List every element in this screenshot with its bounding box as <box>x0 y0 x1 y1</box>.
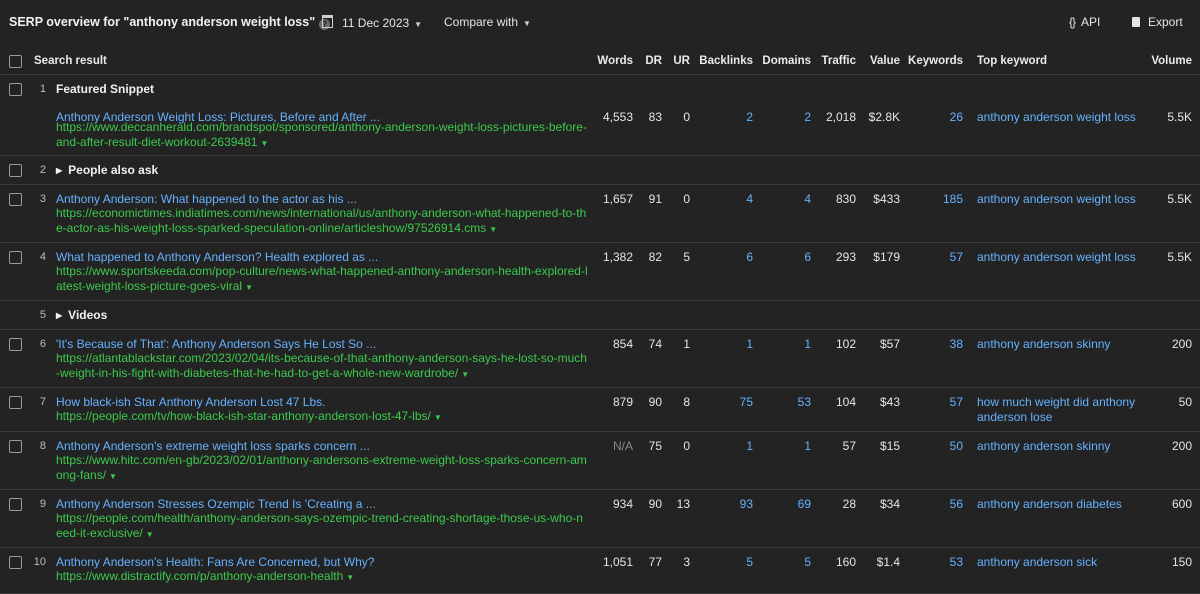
backlinks-link[interactable]: 6 <box>746 250 753 264</box>
result-url[interactable]: https://www.hitc.com/en-gb/2023/02/01/an… <box>56 453 588 484</box>
result-url[interactable]: https://www.deccanherald.com/brandspot/s… <box>56 120 588 151</box>
export-button[interactable]: Export <box>1132 15 1183 29</box>
chevron-down-icon: ▼ <box>523 19 531 28</box>
keywords-link[interactable]: 50 <box>950 439 963 453</box>
keywords-link[interactable]: 56 <box>950 497 963 511</box>
col-ur[interactable]: UR <box>673 55 690 67</box>
domains-link[interactable]: 6 <box>804 250 811 264</box>
braces-icon: {} <box>1069 15 1076 29</box>
col-search-result[interactable]: Search result <box>34 55 107 67</box>
section-row-featured-snippet: 1 Featured Snippet <box>0 75 1200 103</box>
result-url[interactable]: https://atlantablackstar.com/2023/02/04/… <box>56 351 588 382</box>
result-title-link[interactable]: 'It's Because of That': Anthony Anderson… <box>56 337 376 351</box>
table-row: 8 Anthony Anderson's extreme weight loss… <box>0 432 1200 490</box>
domains-link[interactable]: 1 <box>804 439 811 453</box>
top-keyword-link[interactable]: anthony anderson weight loss <box>977 110 1142 125</box>
col-words[interactable]: Words <box>597 55 633 67</box>
table-row: 7 How black-ish Star Anthony Anderson Lo… <box>0 388 1200 432</box>
chevron-down-icon[interactable]: ▼ <box>346 573 354 582</box>
domains-link[interactable]: 2 <box>804 110 811 124</box>
table-row: 4 What happened to Anthony Anderson? Hea… <box>0 243 1200 301</box>
table-row: 9 Anthony Anderson Stresses Ozempic Tren… <box>0 490 1200 548</box>
top-keyword-link[interactable]: anthony anderson diabetes <box>977 497 1142 512</box>
section-label: People also ask <box>68 163 159 177</box>
section-row-videos[interactable]: 5 ▶ Videos <box>0 301 1200 330</box>
backlinks-link[interactable]: 75 <box>740 395 753 409</box>
domains-link[interactable]: 69 <box>798 497 811 511</box>
result-url[interactable]: https://people.com/health/anthony-anders… <box>56 511 588 542</box>
col-domains[interactable]: Domains <box>762 55 811 67</box>
col-traffic[interactable]: Traffic <box>821 55 856 67</box>
backlinks-link[interactable]: 2 <box>746 110 753 124</box>
keywords-link[interactable]: 57 <box>950 395 963 409</box>
top-keyword-link[interactable]: anthony anderson sick <box>977 555 1142 570</box>
domains-link[interactable]: 4 <box>804 192 811 206</box>
result-url[interactable]: https://www.distractify.com/p/anthony-an… <box>56 569 588 585</box>
chevron-down-icon[interactable]: ▼ <box>260 139 268 148</box>
result-title-link[interactable]: Anthony Anderson: What happened to the a… <box>56 192 357 206</box>
keywords-link[interactable]: 185 <box>943 192 963 206</box>
date-selector[interactable]: 11 Dec 2023 ▼ <box>322 15 422 30</box>
select-all-checkbox[interactable] <box>9 55 22 68</box>
domains-link[interactable]: 1 <box>804 337 811 351</box>
backlinks-link[interactable]: 5 <box>746 555 753 569</box>
top-keyword-link[interactable]: anthony anderson skinny <box>977 439 1142 454</box>
compare-with-dropdown[interactable]: Compare with ▼ <box>444 15 531 29</box>
api-button[interactable]: {} API <box>1069 15 1100 29</box>
top-keyword-link[interactable]: anthony anderson weight loss <box>977 192 1142 207</box>
table-row: 10 Anthony Anderson's Health: Fans Are C… <box>0 548 1200 594</box>
export-icon <box>1132 17 1140 27</box>
result-url[interactable]: https://www.sportskeeda.com/pop-culture/… <box>56 264 588 295</box>
top-keyword-link[interactable]: anthony anderson weight loss <box>977 250 1142 265</box>
section-row-people-also-ask[interactable]: 2 ▶ People also ask <box>0 156 1200 185</box>
backlinks-link[interactable]: 1 <box>746 337 753 351</box>
expand-triangle-icon[interactable]: ▶ <box>56 166 62 175</box>
result-title-link[interactable]: How black-ish Star Anthony Anderson Lost… <box>56 395 326 409</box>
col-dr[interactable]: DR <box>645 55 662 67</box>
backlinks-link[interactable]: 4 <box>746 192 753 206</box>
result-title-link[interactable]: Anthony Anderson's Health: Fans Are Conc… <box>56 555 374 569</box>
domains-link[interactable]: 53 <box>798 395 811 409</box>
backlinks-link[interactable]: 1 <box>746 439 753 453</box>
top-bar: SERP overview for "anthony anderson weig… <box>0 0 1200 44</box>
section-label: Videos <box>68 308 108 322</box>
chevron-down-icon[interactable]: ▼ <box>461 370 469 379</box>
keywords-link[interactable]: 53 <box>950 555 963 569</box>
chevron-down-icon[interactable]: ▼ <box>434 413 442 422</box>
col-volume[interactable]: Volume <box>1151 55 1192 67</box>
chevron-down-icon[interactable]: ▼ <box>146 530 154 539</box>
col-value[interactable]: Value <box>870 55 900 67</box>
result-title-link[interactable]: What happened to Anthony Anderson? Healt… <box>56 250 378 264</box>
top-keyword-link[interactable]: anthony anderson skinny <box>977 337 1142 352</box>
result-title-link[interactable]: Anthony Anderson Stresses Ozempic Trend … <box>56 497 376 511</box>
table-row: Anthony Anderson Weight Loss: Pictures, … <box>0 103 1200 156</box>
keywords-link[interactable]: 57 <box>950 250 963 264</box>
backlinks-link[interactable]: 93 <box>740 497 753 511</box>
result-title-link[interactable]: Anthony Anderson's extreme weight loss s… <box>56 439 370 453</box>
result-url[interactable]: https://people.com/tv/how-black-ish-star… <box>56 409 588 425</box>
col-backlinks[interactable]: Backlinks <box>699 55 753 67</box>
top-keyword-link[interactable]: how much weight did anthony anderson los… <box>977 395 1137 425</box>
calendar-icon <box>322 15 333 28</box>
page-title: SERP overview for "anthony anderson weig… <box>9 15 331 30</box>
col-keywords[interactable]: Keywords <box>908 55 963 67</box>
domains-link[interactable]: 5 <box>804 555 811 569</box>
expand-triangle-icon[interactable]: ▶ <box>56 311 62 320</box>
chevron-down-icon: ▼ <box>414 20 423 29</box>
table-header: Search result Words DR UR Backlinks Doma… <box>0 48 1200 75</box>
chevron-down-icon[interactable]: ▼ <box>245 283 253 292</box>
table-row: 3 Anthony Anderson: What happened to the… <box>0 185 1200 243</box>
table-row: 6 'It's Because of That': Anthony Anders… <box>0 330 1200 388</box>
keywords-link[interactable]: 38 <box>950 337 963 351</box>
chevron-down-icon[interactable]: ▼ <box>489 225 497 234</box>
col-top-keyword[interactable]: Top keyword <box>977 55 1047 67</box>
result-url[interactable]: https://economictimes.indiatimes.com/new… <box>56 206 588 237</box>
section-label: Featured Snippet <box>56 82 155 96</box>
keywords-link[interactable]: 26 <box>950 110 963 124</box>
chevron-down-icon[interactable]: ▼ <box>109 472 117 481</box>
